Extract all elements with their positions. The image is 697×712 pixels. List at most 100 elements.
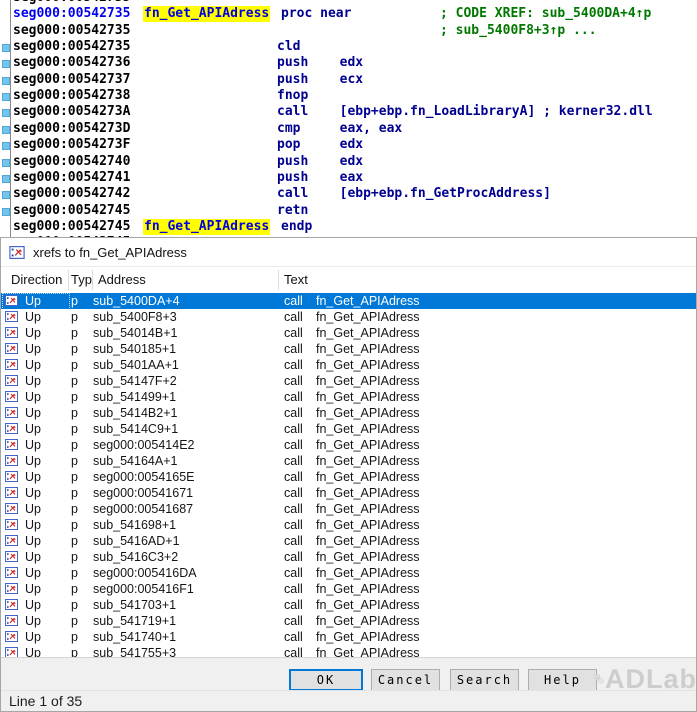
disasm-line[interactable]: seg000:00542741push eax bbox=[0, 170, 697, 186]
search-button[interactable]: Search bbox=[450, 669, 519, 691]
disasm-code: call [ebp+ebp.fn_LoadLibraryA] ; kerner3… bbox=[277, 104, 653, 120]
disasm-line[interactable]: seg000:00542735fn_Get_APIAdressproc near… bbox=[0, 6, 697, 22]
xref-address: sub_540185+1 bbox=[93, 341, 176, 357]
xref-type: p bbox=[71, 597, 78, 613]
help-button[interactable]: Help bbox=[528, 669, 597, 691]
xref-row[interactable]: Uppsub_541740+1callfn_Get_APIAdress bbox=[1, 629, 696, 645]
xref-target: fn_Get_APIAdress bbox=[316, 581, 420, 597]
column-divider[interactable] bbox=[68, 270, 69, 290]
xref-address: seg000:005416F1 bbox=[93, 581, 194, 597]
xref-row[interactable]: Uppsub_5400F8+3callfn_Get_APIAdress bbox=[1, 309, 696, 325]
xref-type: p bbox=[71, 629, 78, 645]
xref-row[interactable]: Uppseg000:0054165Ecallfn_Get_APIAdress bbox=[1, 469, 696, 485]
xref-row[interactable]: Uppsub_54014B+1callfn_Get_APIAdress bbox=[1, 325, 696, 341]
xref-direction: Up bbox=[25, 629, 41, 645]
xref-op: call bbox=[284, 645, 303, 657]
xref-address: sub_54147F+2 bbox=[93, 373, 177, 389]
cancel-button[interactable]: Cancel bbox=[371, 669, 440, 691]
xref-row[interactable]: Uppseg000:005416DAcallfn_Get_APIAdress bbox=[1, 565, 696, 581]
disasm-code: fnop bbox=[277, 88, 308, 104]
xref-row[interactable]: Uppseg000:005416F1callfn_Get_APIAdress bbox=[1, 581, 696, 597]
xref-row[interactable]: Uppsub_541719+1callfn_Get_APIAdress bbox=[1, 613, 696, 629]
column-header-type[interactable]: Typ bbox=[71, 271, 92, 289]
dialog-button-panel: OK Cancel Search Help bbox=[1, 657, 696, 691]
xref-icon bbox=[5, 551, 18, 562]
disasm-line[interactable]: seg000:0054273Dcmp eax, eax bbox=[0, 121, 697, 137]
xref-row[interactable]: Uppsub_54147F+2callfn_Get_APIAdress bbox=[1, 373, 696, 389]
disasm-line[interactable]: seg000:00542742call [ebp+ebp.fn_GetProcA… bbox=[0, 186, 697, 202]
xref-row[interactable]: Uppseg000:00541687callfn_Get_APIAdress bbox=[1, 501, 696, 517]
xref-direction: Up bbox=[25, 373, 41, 389]
ok-button[interactable]: OK bbox=[289, 669, 363, 691]
xref-list[interactable]: Uppsub_5400DA+4callfn_Get_APIAdress Upps… bbox=[1, 292, 696, 657]
xrefs-dialog: xrefs to fn_Get_APIAdress Direction Typ … bbox=[0, 237, 697, 712]
column-header-text[interactable]: Text bbox=[284, 271, 308, 289]
disasm-line[interactable]: seg000:00542745retn bbox=[0, 203, 697, 219]
xref-row[interactable]: Uppsub_541703+1callfn_Get_APIAdress bbox=[1, 597, 696, 613]
disasm-line[interactable]: seg000:00542736push edx bbox=[0, 55, 697, 71]
disasm-address: seg000:00542735 bbox=[13, 6, 130, 22]
disasm-address: seg000:0054273D bbox=[13, 121, 130, 137]
xref-row[interactable]: Uppsub_5414B2+1callfn_Get_APIAdress bbox=[1, 405, 696, 421]
status-text: Line 1 of 35 bbox=[9, 693, 82, 709]
xref-direction: Up bbox=[25, 469, 41, 485]
disasm-line[interactable]: seg000:00542740push edx bbox=[0, 154, 697, 170]
xref-op: call bbox=[284, 357, 303, 373]
xref-row[interactable]: Uppsub_541499+1callfn_Get_APIAdress bbox=[1, 389, 696, 405]
xref-row[interactable]: Uppsub_541698+1callfn_Get_APIAdress bbox=[1, 517, 696, 533]
disasm-line[interactable]: seg000:00542745fn_Get_APIAdressendp bbox=[0, 219, 697, 235]
column-header-direction[interactable]: Direction bbox=[11, 271, 62, 289]
xref-address: sub_5400F8+3 bbox=[93, 309, 177, 325]
column-header-address[interactable]: Address bbox=[98, 271, 146, 289]
dialog-title-bar[interactable]: xrefs to fn_Get_APIAdress bbox=[1, 238, 696, 267]
disasm-line[interactable]: seg000:00542737push ecx bbox=[0, 72, 697, 88]
disasm-comment: ; sub_5400F8+3↑p ... bbox=[440, 23, 597, 39]
disasm-address: seg000:00542745 bbox=[13, 219, 130, 235]
disasm-address: seg000:00542738 bbox=[13, 88, 130, 104]
xref-icon bbox=[5, 567, 18, 578]
xref-target: fn_Get_APIAdress bbox=[316, 597, 420, 613]
xref-row[interactable]: Uppsub_54164A+1callfn_Get_APIAdress bbox=[1, 453, 696, 469]
xref-type: p bbox=[71, 549, 78, 565]
xref-row[interactable]: Uppseg000:00541671callfn_Get_APIAdress bbox=[1, 485, 696, 501]
xref-address: seg000:005416DA bbox=[93, 565, 197, 581]
xref-row[interactable]: Uppsub_5400DA+4callfn_Get_APIAdress bbox=[1, 293, 696, 309]
disasm-line[interactable]: seg000:00542738 fnop bbox=[0, 88, 697, 104]
xref-address: seg000:005414E2 bbox=[93, 437, 194, 453]
disasm-line[interactable]: seg000:0054273Fpop edx bbox=[0, 137, 697, 153]
xref-row[interactable]: Uppsub_5416C3+2callfn_Get_APIAdress bbox=[1, 549, 696, 565]
xref-icon bbox=[5, 631, 18, 642]
xref-direction: Up bbox=[25, 421, 41, 437]
disasm-line[interactable]: seg000:00542735 bbox=[0, 0, 697, 6]
xref-row[interactable]: Uppsub_5401AA+1callfn_Get_APIAdress bbox=[1, 357, 696, 373]
xref-row[interactable]: Uppsub_540185+1callfn_Get_APIAdress bbox=[1, 341, 696, 357]
xref-direction: Up bbox=[25, 341, 41, 357]
xref-row[interactable]: Uppsub_541755+3callfn_Get_APIAdress bbox=[1, 645, 696, 657]
xref-icon bbox=[5, 423, 18, 434]
xref-row[interactable]: Uppsub_5414C9+1callfn_Get_APIAdress bbox=[1, 421, 696, 437]
nav-mark-icon bbox=[2, 93, 10, 101]
disasm-line[interactable]: seg000:0054273Acall [ebp+ebp.fn_LoadLibr… bbox=[0, 104, 697, 120]
xref-row[interactable]: Uppsub_5416AD+1callfn_Get_APIAdress bbox=[1, 533, 696, 549]
nav-mark-icon bbox=[2, 60, 10, 68]
xref-dialog-icon bbox=[9, 246, 25, 259]
xref-op: call bbox=[284, 453, 303, 469]
xref-icon bbox=[5, 327, 18, 338]
column-divider[interactable] bbox=[92, 270, 93, 290]
xref-target: fn_Get_APIAdress bbox=[316, 645, 420, 657]
disassembly-pane[interactable]: seg000:00542735seg000:00542735fn_Get_API… bbox=[0, 0, 697, 237]
nav-mark-icon bbox=[2, 159, 10, 167]
xref-direction: Up bbox=[25, 437, 41, 453]
xref-type: p bbox=[71, 373, 78, 389]
xref-icon bbox=[5, 583, 18, 594]
xref-target: fn_Get_APIAdress bbox=[316, 421, 420, 437]
disasm-comment: ; CODE XREF: sub_5400DA+4↑p bbox=[440, 6, 651, 22]
column-divider[interactable] bbox=[278, 270, 279, 290]
disasm-line[interactable]: seg000:00542735; sub_5400F8+3↑p ... bbox=[0, 23, 697, 39]
xref-op: call bbox=[284, 373, 303, 389]
xref-op: call bbox=[284, 405, 303, 421]
xref-type: p bbox=[71, 453, 78, 469]
disasm-line[interactable]: seg000:00542735cld bbox=[0, 39, 697, 55]
xref-direction: Up bbox=[25, 549, 41, 565]
xref-row[interactable]: Uppseg000:005414E2callfn_Get_APIAdress bbox=[1, 437, 696, 453]
